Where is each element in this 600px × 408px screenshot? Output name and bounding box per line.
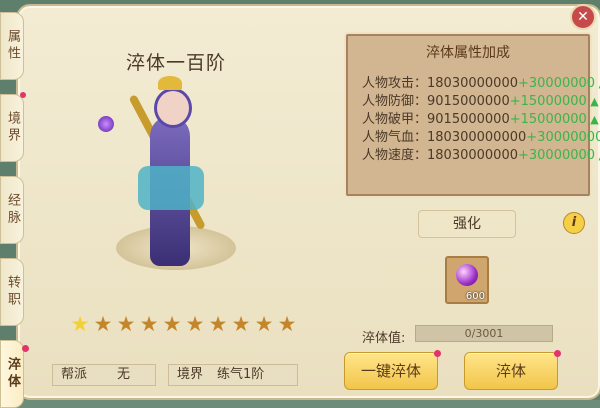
hero-head [154, 88, 192, 128]
panel-title: 淬体一百阶 [126, 52, 227, 74]
tab-realm[interactable]: 境界 [0, 94, 24, 162]
tab-class-change[interactable]: 转职 [0, 258, 24, 326]
tab-temper[interactable]: 淬体 [0, 340, 29, 408]
tab-class-change-label: 转职 [5, 275, 20, 309]
temper-button[interactable]: 淬体 [464, 350, 561, 390]
star-empty-icon: ★ [162, 312, 182, 336]
close-button[interactable]: ✕ [570, 4, 596, 30]
star-empty-icon: ★ [116, 312, 136, 336]
attribute-heading: 淬体属性加成 [426, 45, 510, 61]
temper-progress-bar: 0/3001 [415, 325, 553, 342]
one-click-temper-label: 一键淬体 [360, 362, 421, 380]
attribute-value: 18030000000 [427, 148, 518, 163]
attribute-row: 人物气血：180300000000+300000000 ▲ [362, 126, 600, 145]
purple-gem-icon [456, 264, 478, 286]
attribute-row: 人物速度：18030000000+30000000 ▲ [362, 144, 600, 163]
attribute-row: 人物攻击：18030000000+30000000 ▲ [362, 72, 600, 91]
star-empty-icon: ★ [254, 312, 274, 336]
tab-attributes-label: 属性 [5, 29, 20, 63]
notification-dot [554, 350, 561, 357]
temper-value-label: 淬体值: [362, 331, 406, 346]
realm-bar: 境界 练气1阶 [168, 364, 298, 386]
material-slot[interactable]: 600 [445, 256, 489, 304]
star-rating: ★ ★ ★ ★ ★ ★ ★ ★ ★ ★ [70, 312, 297, 336]
attribute-bonus: +30000000 [518, 148, 596, 163]
up-arrow-icon: ▲ [586, 113, 599, 126]
faction-value: 无 [117, 367, 131, 382]
up-arrow-icon: ▲ [595, 149, 600, 162]
hero-robe [138, 166, 204, 210]
attribute-row: 人物破甲：9015000000+15000000 ▲ [362, 108, 599, 127]
attribute-value: 18030000000 [427, 76, 518, 91]
attribute-box: 淬体属性加成 人物攻击：18030000000+30000000 ▲人物防御：9… [346, 34, 600, 196]
temper-button-label: 淬体 [495, 362, 526, 380]
attribute-row: 人物防御：9015000000+15000000 ▲ [362, 90, 599, 109]
star-empty-icon: ★ [208, 312, 228, 336]
tab-meridians[interactable]: 经脉 [0, 176, 24, 244]
game-window: ✕ 淬体一百阶 ★ ★ ★ ★ ★ ★ ★ ★ ★ ★ 帮派无 境界 练气1阶 淬体属性加成 人物攻… [0, 0, 600, 408]
faction-bar: 帮派 无 [52, 364, 156, 386]
attribute-label: 人物防御： [362, 94, 428, 109]
attribute-bonus: +30000000 [518, 76, 596, 91]
realm-value: 练气1阶 [217, 367, 265, 382]
star-empty-icon: ★ [139, 312, 159, 336]
attribute-value: 9015000000 [427, 94, 510, 109]
attribute-bonus: +15000000 [509, 94, 587, 109]
star-empty-icon: ★ [277, 312, 297, 336]
up-arrow-icon: ▲ [586, 95, 599, 108]
attribute-label: 人物速度： [362, 148, 428, 163]
tab-meridians-label: 经脉 [5, 193, 20, 227]
info-icon[interactable]: i [563, 212, 585, 234]
one-click-temper-button[interactable]: 一键淬体 [344, 350, 441, 390]
star-empty-icon: ★ [185, 312, 205, 336]
notification-dot [20, 92, 26, 98]
progress-text: 0/3001 [464, 327, 504, 340]
material-count: 600 [465, 291, 485, 302]
temper-panel: ✕ 淬体一百阶 ★ ★ ★ ★ ★ ★ ★ ★ ★ ★ 帮派无 境界 练气1阶 淬体属性加成 人物攻… [16, 4, 600, 400]
orb-icon [98, 116, 114, 132]
hero-character [98, 76, 228, 286]
tab-realm-label: 境界 [5, 111, 20, 145]
notification-dot [22, 345, 29, 352]
tab-temper-label: 淬体 [5, 357, 20, 391]
realm-label: 境界 [177, 367, 204, 382]
attribute-value: 9015000000 [427, 112, 510, 127]
up-arrow-icon: ▲ [595, 77, 600, 90]
attribute-label: 人物破甲： [362, 112, 428, 127]
star-empty-icon: ★ [231, 312, 251, 336]
faction-label: 帮派 [61, 367, 88, 382]
attribute-label: 人物气血： [362, 130, 428, 145]
crown-icon [158, 76, 182, 90]
attribute-value: 180300000000 [427, 130, 527, 145]
enhance-tab[interactable]: 强化 [418, 210, 516, 238]
attribute-label: 人物攻击： [362, 76, 428, 91]
notification-dot [434, 350, 441, 357]
attribute-bonus: +15000000 [509, 112, 587, 127]
star-empty-icon: ★ [93, 312, 113, 336]
attribute-bonus: +300000000 [526, 130, 600, 145]
tab-attributes[interactable]: 属性 [0, 12, 24, 80]
star-filled-icon: ★ [70, 312, 90, 336]
